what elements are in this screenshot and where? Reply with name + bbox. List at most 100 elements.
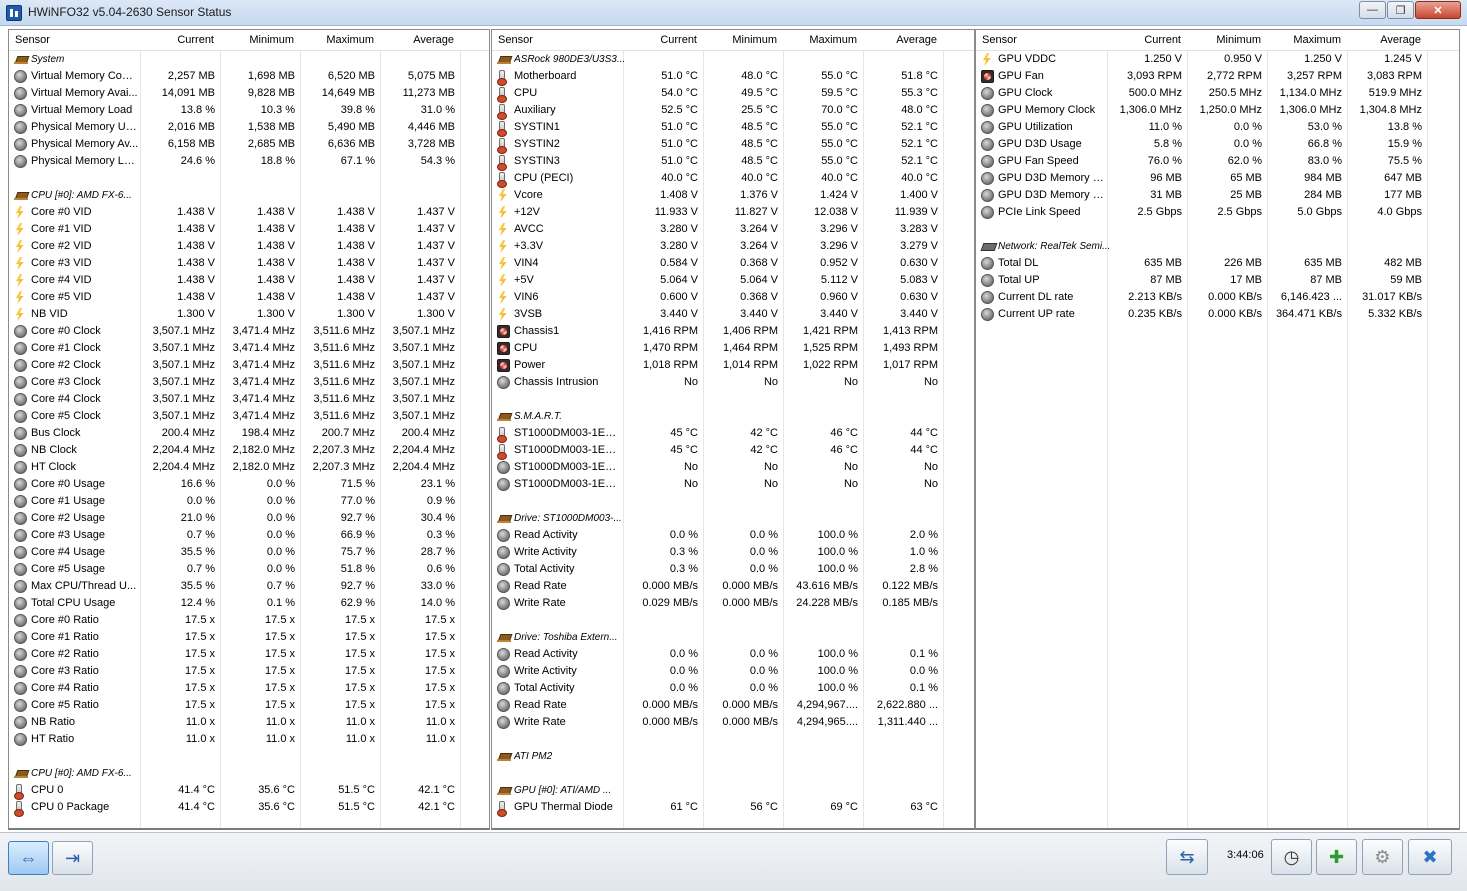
sensor-row[interactable]: Core #4 Usage 35.5 % 0.0 % 75.7 % 28.7 %: [9, 544, 489, 561]
sensor-row[interactable]: Auxiliary 52.5 °C 25.5 °C 70.0 °C 48.0 °C: [492, 102, 974, 120]
sensor-row[interactable]: Core #2 Clock 3,507.1 MHz 3,471.4 MHz 3,511…: [9, 357, 489, 374]
sensor-row[interactable]: Max CPU/Thread U... 35.5 % 0.7 % 92.7 % 33.0…: [9, 578, 489, 595]
column-header-current[interactable]: Current: [1107, 30, 1181, 51]
sensor-row[interactable]: NB Ratio 11.0 x 11.0 x 11.0 x 11.0 x: [9, 714, 489, 731]
minimize-button[interactable]: —: [1359, 1, 1386, 19]
sensor-row[interactable]: GPU VDDC 1.250 V 0.950 V 1.250 V 1.245 V: [976, 51, 1459, 68]
sensor-row[interactable]: GPU Memory Clock 1,306.0 MHz 1,250.0 MHz 1,…: [976, 102, 1459, 119]
sensor-row[interactable]: Core #5 Clock 3,507.1 MHz 3,471.4 MHz 3,511…: [9, 408, 489, 425]
sensor-row[interactable]: AVCC 3.280 V 3.264 V 3.296 V 3.283 V: [492, 221, 974, 238]
sensor-group-header[interactable]: GPU [#0]: ATI/AMD ...: [492, 782, 974, 799]
sensor-row[interactable]: ST1000DM003-1ER1... 45 °C 42 °C 46 °C 44 °C: [492, 442, 974, 460]
sensor-row[interactable]: PCIe Link Speed 2.5 Gbps 2.5 Gbps 5.0 Gbps 4…: [976, 204, 1459, 221]
sensor-panel-1[interactable]: Sensor Current Minimum Maximum Average System…: [8, 29, 490, 830]
sensor-row[interactable]: GPU Thermal Diode 61 °C 56 °C 69 °C 63 °C: [492, 799, 974, 817]
sensor-row[interactable]: Physical Memory Used 2,016 MB 1,538 MB 5,49…: [9, 119, 489, 136]
sensor-row[interactable]: Write Activity 0.3 % 0.0 % 100.0 % 1.0 %: [492, 544, 974, 561]
sensor-row[interactable]: Total Activity 0.0 % 0.0 % 100.0 % 0.1 %: [492, 680, 974, 697]
sensor-panel-2[interactable]: Sensor Current Minimum Maximum Average ASRock…: [491, 29, 975, 830]
sensor-row[interactable]: Bus Clock 200.4 MHz 198.4 MHz 200.7 MHz 200.…: [9, 425, 489, 442]
sensor-row[interactable]: GPU Fan Speed 76.0 % 62.0 % 83.0 % 75.5 %: [976, 153, 1459, 170]
sensor-row[interactable]: Virtual Memory Com... 2,257 MB 1,698 MB 6,5…: [9, 68, 489, 85]
sensor-row[interactable]: +12V 11.933 V 11.827 V 12.038 V 11.939 V: [492, 204, 974, 221]
sensor-row[interactable]: Total DL 635 MB 226 MB 635 MB 482 MB: [976, 255, 1459, 272]
sensor-group-header[interactable]: CPU [#0]: AMD FX-6...: [9, 187, 489, 204]
sensor-row[interactable]: ST1000DM003-1ER1... 45 °C 42 °C 46 °C 44 °C: [492, 425, 974, 443]
sensor-row[interactable]: Core #4 Clock 3,507.1 MHz 3,471.4 MHz 3,511…: [9, 391, 489, 408]
column-header-sensor[interactable]: Sensor: [982, 30, 1106, 51]
sensor-row[interactable]: CPU 54.0 °C 49.5 °C 59.5 °C 55.3 °C: [492, 85, 974, 103]
sensor-group-header[interactable]: ASRock 980DE3/U3S3...: [492, 51, 974, 68]
sensor-row[interactable]: 3VSB 3.440 V 3.440 V 3.440 V 3.440 V: [492, 306, 974, 323]
sensor-row[interactable]: Current UP rate 0.235 KB/s 0.000 KB/s 364.4…: [976, 306, 1459, 323]
sensor-row[interactable]: Total CPU Usage 12.4 % 0.1 % 62.9 % 14.0 %: [9, 595, 489, 612]
column-header-minimum[interactable]: Minimum: [703, 30, 777, 51]
sensor-row[interactable]: Total UP 87 MB 17 MB 87 MB 59 MB: [976, 272, 1459, 289]
sensor-row[interactable]: SYSTIN1 51.0 °C 48.5 °C 55.0 °C 52.1 °C: [492, 119, 974, 137]
sensor-row[interactable]: Core #0 Usage 16.6 % 0.0 % 71.5 % 23.1 %: [9, 476, 489, 493]
sensor-row[interactable]: Write Rate 0.000 MB/s 0.000 MB/s 4,294,965.…: [492, 714, 974, 731]
sensor-row[interactable]: Core #5 Ratio 17.5 x 17.5 x 17.5 x 17.5 x: [9, 697, 489, 714]
sensor-row[interactable]: Write Rate 0.029 MB/s 0.000 MB/s 24.228 MB/…: [492, 595, 974, 612]
sensor-row[interactable]: Core #1 Usage 0.0 % 0.0 % 77.0 % 0.9 %: [9, 493, 489, 510]
sensor-row[interactable]: Core #0 Ratio 17.5 x 17.5 x 17.5 x 17.5 x: [9, 612, 489, 629]
sensor-row[interactable]: Core #3 Ratio 17.5 x 17.5 x 17.5 x 17.5 x: [9, 663, 489, 680]
column-header-average[interactable]: Average: [380, 30, 454, 51]
sensor-row[interactable]: GPU Clock 500.0 MHz 250.5 MHz 1,134.0 MHz 51…: [976, 85, 1459, 102]
sensor-row[interactable]: Core #5 VID 1.438 V 1.438 V 1.438 V 1.437 V: [9, 289, 489, 306]
sensor-row[interactable]: HT Ratio 11.0 x 11.0 x 11.0 x 11.0 x: [9, 731, 489, 748]
sensor-group-header[interactable]: CPU [#0]: AMD FX-6...: [9, 765, 489, 782]
sensor-row[interactable]: Core #5 Usage 0.7 % 0.0 % 51.8 % 0.6 %: [9, 561, 489, 578]
sensor-row[interactable]: ST1000DM003-1ER1... No No No No: [492, 459, 974, 476]
sensor-row[interactable]: Core #1 VID 1.438 V 1.438 V 1.438 V 1.437 V: [9, 221, 489, 238]
expand-columns-button[interactable]: ⇔: [8, 841, 49, 875]
sensor-row[interactable]: CPU 0 41.4 °C 35.6 °C 51.5 °C 42.1 °C: [9, 782, 489, 800]
sensor-row[interactable]: Physical Memory Av... 6,158 MB 2,685 MB 6,6…: [9, 136, 489, 153]
sensor-row[interactable]: Physical Memory Load 24.6 % 18.8 % 67.1 % 54…: [9, 153, 489, 170]
sensor-row[interactable]: GPU D3D Usage 5.8 % 0.0 % 66.8 % 15.9 %: [976, 136, 1459, 153]
column-header-average[interactable]: Average: [1347, 30, 1421, 51]
sensor-group-header[interactable]: Drive: ST1000DM003-...: [492, 510, 974, 527]
column-header-minimum[interactable]: Minimum: [220, 30, 294, 51]
sensor-row[interactable]: HT Clock 2,204.4 MHz 2,182.0 MHz 2,207.3 MH…: [9, 459, 489, 476]
column-header-maximum[interactable]: Maximum: [1267, 30, 1341, 51]
sensor-row[interactable]: Power 1,018 RPM 1,014 RPM 1,022 RPM 1,017 RP…: [492, 357, 974, 374]
sensor-row[interactable]: Core #0 Clock 3,507.1 MHz 3,471.4 MHz 3,511…: [9, 323, 489, 340]
sensor-row[interactable]: SYSTIN2 51.0 °C 48.5 °C 55.0 °C 52.1 °C: [492, 136, 974, 154]
sensor-row[interactable]: Read Rate 0.000 MB/s 0.000 MB/s 4,294,967..…: [492, 697, 974, 714]
sensor-row[interactable]: Read Activity 0.0 % 0.0 % 100.0 % 2.0 %: [492, 527, 974, 544]
sensor-row[interactable]: ST1000DM003-1ER1... No No No No: [492, 476, 974, 493]
column-header-maximum[interactable]: Maximum: [300, 30, 374, 51]
sensor-row[interactable]: Core #1 Clock 3,507.1 MHz 3,471.4 MHz 3,511…: [9, 340, 489, 357]
sensor-row[interactable]: +3.3V 3.280 V 3.264 V 3.296 V 3.279 V: [492, 238, 974, 255]
sensor-group-header[interactable]: ATI PM2: [492, 748, 974, 765]
sensor-row[interactable]: +5V 5.064 V 5.064 V 5.112 V 5.083 V: [492, 272, 974, 289]
sensor-row[interactable]: VIN6 0.600 V 0.368 V 0.960 V 0.630 V: [492, 289, 974, 306]
sensor-row[interactable]: Core #0 VID 1.438 V 1.438 V 1.438 V 1.437 V: [9, 204, 489, 221]
reset-timer-button[interactable]: ◷: [1271, 839, 1312, 875]
logging-button[interactable]: ✚: [1316, 839, 1357, 875]
sensor-row[interactable]: Core #2 Ratio 17.5 x 17.5 x 17.5 x 17.5 x: [9, 646, 489, 663]
sensor-row[interactable]: NB Clock 2,204.4 MHz 2,182.0 MHz 2,207.3 MH…: [9, 442, 489, 459]
column-header-minimum[interactable]: Minimum: [1187, 30, 1261, 51]
column-header-current[interactable]: Current: [140, 30, 214, 51]
column-header-average[interactable]: Average: [863, 30, 937, 51]
sensor-group-header[interactable]: Drive: Toshiba Extern...: [492, 629, 974, 646]
sensor-row[interactable]: Core #4 Ratio 17.5 x 17.5 x 17.5 x 17.5 x: [9, 680, 489, 697]
sensor-row[interactable]: Chassis1 1,416 RPM 1,406 RPM 1,421 RPM 1,413…: [492, 323, 974, 340]
sensor-row[interactable]: Core #4 VID 1.438 V 1.438 V 1.438 V 1.437 V: [9, 272, 489, 289]
sensor-row[interactable]: Chassis Intrusion No No No No: [492, 374, 974, 391]
sensor-row[interactable]: Core #3 Usage 0.7 % 0.0 % 66.9 % 0.3 %: [9, 527, 489, 544]
sensor-row[interactable]: CPU 0 Package 41.4 °C 35.6 °C 51.5 °C 42.1 °…: [9, 799, 489, 817]
column-header-maximum[interactable]: Maximum: [783, 30, 857, 51]
sensor-group-header[interactable]: System: [9, 51, 489, 68]
sensor-panel-3[interactable]: Sensor Current Minimum Maximum Average GPU VD…: [975, 29, 1460, 830]
sensor-row[interactable]: Virtual Memory Avai... 14,091 MB 9,828 MB 1…: [9, 85, 489, 102]
sensor-row[interactable]: Write Activity 0.0 % 0.0 % 100.0 % 0.0 %: [492, 663, 974, 680]
sensor-row[interactable]: Core #1 Ratio 17.5 x 17.5 x 17.5 x 17.5 x: [9, 629, 489, 646]
sensor-row[interactable]: Read Rate 0.000 MB/s 0.000 MB/s 43.616 MB/s…: [492, 578, 974, 595]
sensor-row[interactable]: Core #2 VID 1.438 V 1.438 V 1.438 V 1.437 V: [9, 238, 489, 255]
column-header-current[interactable]: Current: [623, 30, 697, 51]
sensor-row[interactable]: Vcore 1.408 V 1.376 V 1.424 V 1.400 V: [492, 187, 974, 204]
sensor-row[interactable]: Current DL rate 2.213 KB/s 0.000 KB/s 6,146…: [976, 289, 1459, 306]
